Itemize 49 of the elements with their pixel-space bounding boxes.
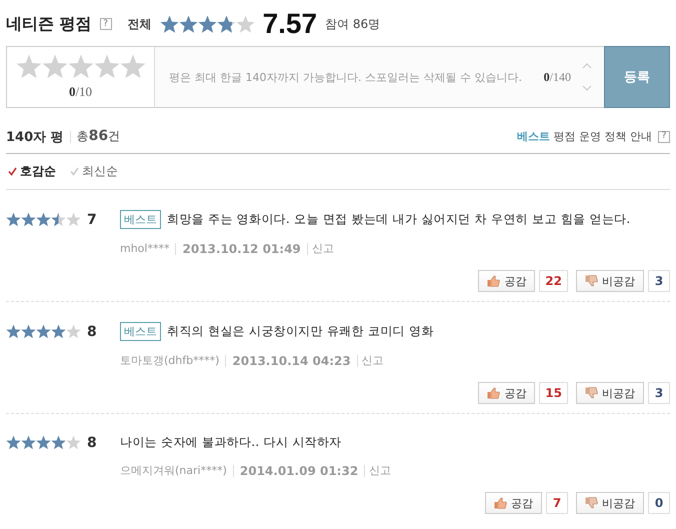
participant-count: 참여 86명: [325, 16, 380, 32]
review-date: 2014.01.09 01:32: [240, 464, 358, 478]
thumbs-up-icon: [487, 275, 500, 287]
best-tag: 베스트: [120, 322, 161, 341]
agree-button[interactable]: 공감: [485, 492, 542, 514]
list-title: 140자 평: [6, 128, 64, 146]
agree-count: 15: [539, 382, 568, 404]
review-input[interactable]: 평은 최대 한글 140자까지 가능합니다. 스포일러는 삭제될 수 있습니다.: [167, 70, 534, 84]
review-score: 7: [87, 212, 97, 228]
agree-button[interactable]: 공감: [478, 270, 536, 292]
disagree-button[interactable]: 비공감: [576, 492, 644, 514]
review-date: 2013.10.12 01:49: [182, 242, 301, 256]
help-icon[interactable]: ?: [100, 18, 112, 30]
review-text: 취직의 현실은 시궁창이지만 유쾌한 코미디 영화: [167, 323, 434, 340]
thumbs-down-icon: [585, 497, 598, 509]
author-name: 토마토갱(dhfb****): [120, 353, 220, 368]
thumbs-up-icon: [494, 497, 507, 509]
policy-link[interactable]: 베스트 평점 운영 정책 안내: [517, 129, 652, 144]
review-text: 희망을 주는 영화이다. 오늘 면접 봤는데 내가 싫어지던 차 우연히 보고 힘을 얻는다.: [167, 211, 631, 228]
character-count: 0/140: [544, 70, 571, 84]
agree-count: 22: [539, 270, 568, 292]
sort-option[interactable]: 최신순: [70, 163, 118, 180]
author-name: 으메지겨워(nari****): [120, 463, 227, 478]
check-icon: [8, 167, 17, 176]
review-date: 2013.10.14 04:23: [232, 354, 351, 368]
thumbs-down-icon: [585, 387, 598, 399]
disagree-count: 3: [648, 382, 670, 404]
rating-value: 0/10: [68, 84, 92, 100]
thumbs-down-icon: [585, 275, 598, 287]
star-rating[interactable]: [16, 54, 146, 80]
agree-button[interactable]: 공감: [478, 382, 536, 404]
review-text: 나이는 숫자에 불과하다.. 다시 시작하자: [120, 434, 342, 451]
thumbs-up-icon: [487, 387, 500, 399]
disagree-count: 3: [648, 270, 670, 292]
disagree-button[interactable]: 비공감: [576, 382, 644, 404]
help-icon[interactable]: ?: [658, 130, 670, 142]
author-name: mhol****: [120, 242, 170, 255]
disagree-button[interactable]: 비공감: [576, 270, 644, 292]
agree-count: 7: [546, 492, 568, 514]
review-score: 8: [87, 434, 97, 450]
review-score: 8: [87, 324, 97, 340]
check-icon: [70, 167, 79, 176]
average-score: 7.57: [262, 8, 318, 40]
best-tag: 베스트: [120, 210, 161, 229]
section-title: 네티즌 평점: [6, 14, 92, 34]
total-count: 총86건: [76, 128, 120, 145]
disagree-count: 0: [648, 492, 670, 514]
sort-option[interactable]: 호감순: [8, 163, 56, 180]
overall-label: 전체: [128, 16, 152, 32]
